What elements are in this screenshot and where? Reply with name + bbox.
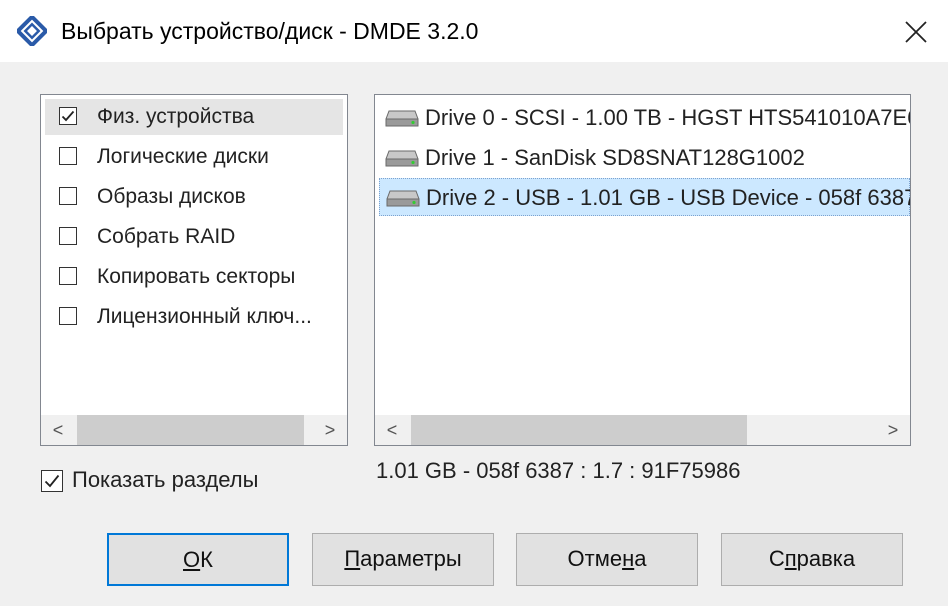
checkbox-disk-images[interactable] [59, 187, 77, 205]
list-item-label: Логические диски [97, 145, 269, 168]
button-text: С [768, 546, 785, 571]
hard-drive-icon [385, 110, 419, 127]
checkmark-icon [44, 474, 60, 488]
button-text: араметры [360, 546, 462, 571]
show-partitions-checkbox[interactable] [41, 470, 63, 492]
button-text: равка [796, 546, 856, 571]
list-item-license-key[interactable]: Лицензионный ключ... [45, 299, 343, 335]
close-icon [905, 21, 927, 43]
dmde-diamond-icon [15, 14, 49, 48]
help-button[interactable]: Справка [721, 533, 903, 586]
button-accelerator: П [344, 546, 361, 571]
checkbox-build-raid[interactable] [59, 227, 77, 245]
list-item-label: Копировать секторы [97, 265, 296, 288]
scroll-thumb[interactable] [411, 415, 747, 445]
scroll-right-icon[interactable]: > [313, 415, 347, 445]
scroll-right-icon[interactable]: > [876, 415, 910, 445]
checkbox-logical-disks[interactable] [59, 147, 77, 165]
drive-item[interactable]: Drive 1 - SanDisk SD8SNAT128G1002 [379, 139, 910, 177]
source-type-list[interactable]: Физ. устройства Логические диски Образы … [40, 94, 348, 446]
drive-item-selected[interactable]: Drive 2 - USB - 1.01 GB - USB Device - 0… [379, 178, 910, 216]
list-item-label: Лицензионный ключ... [97, 305, 312, 328]
drive-label: Drive 0 - SCSI - 1.00 TB - HGST HTS54101… [425, 105, 911, 130]
title-bar: Выбрать устройство/диск - DMDE 3.2.0 [0, 0, 948, 62]
drive-item[interactable]: Drive 0 - SCSI - 1.00 TB - HGST HTS54101… [379, 99, 910, 137]
hard-drive-icon [385, 150, 419, 167]
checkbox-copy-sectors[interactable] [59, 267, 77, 285]
close-button[interactable] [888, 6, 942, 56]
horizontal-scrollbar[interactable]: < > [375, 415, 910, 445]
button-accelerator: О [183, 547, 201, 572]
cancel-button[interactable]: Отмена [516, 533, 698, 586]
checkbox-license-key[interactable] [59, 307, 77, 325]
button-text: К [200, 547, 213, 572]
list-item-physical-devices[interactable]: Физ. устройства [45, 99, 343, 135]
selected-device-info: 1.01 GB - 058f 6387 : 1.7 : 91F75986 [376, 458, 741, 483]
device-list[interactable]: Drive 0 - SCSI - 1.00 TB - HGST HTS54101… [374, 94, 911, 446]
show-partitions-label: Показать разделы [72, 467, 259, 492]
horizontal-scrollbar[interactable]: < > [41, 415, 347, 445]
button-text: а [634, 546, 647, 571]
hard-drive-icon [386, 190, 420, 207]
list-item-copy-sectors[interactable]: Копировать секторы [45, 259, 343, 295]
drive-label: Drive 1 - SanDisk SD8SNAT128G1002 [425, 145, 805, 170]
drive-label: Drive 2 - USB - 1.01 GB - USB Device - 0… [426, 185, 911, 210]
list-item-logical-disks[interactable]: Логические диски [45, 139, 343, 175]
scroll-left-icon[interactable]: < [41, 415, 75, 445]
list-item-label: Физ. устройства [97, 105, 255, 128]
window-title: Выбрать устройство/диск - DMDE 3.2.0 [61, 18, 479, 44]
list-item-build-raid[interactable]: Собрать RAID [45, 219, 343, 255]
scroll-thumb[interactable] [77, 415, 304, 445]
ok-button[interactable]: ОК [107, 533, 289, 586]
parameters-button[interactable]: Параметры [312, 533, 494, 586]
checkmark-icon [61, 110, 75, 122]
list-item-label: Собрать RAID [97, 225, 236, 248]
button-text: Отме [567, 546, 623, 571]
checkbox-physical-devices[interactable] [59, 107, 77, 125]
button-accelerator: п [784, 546, 797, 571]
scroll-left-icon[interactable]: < [375, 415, 409, 445]
list-item-disk-images[interactable]: Образы дисков [45, 179, 343, 215]
list-item-label: Образы дисков [97, 185, 246, 208]
show-partitions-option[interactable]: Показать разделы [40, 465, 300, 495]
button-accelerator: н [622, 546, 635, 571]
